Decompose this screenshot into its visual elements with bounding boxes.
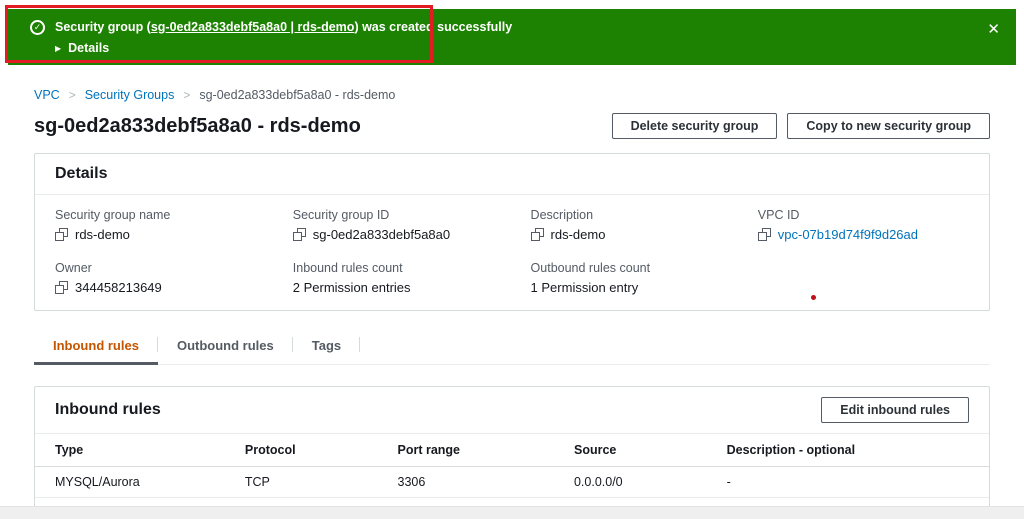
inbound-rules-header: Inbound rules Edit inbound rules: [35, 387, 989, 434]
table-row: MYSQL/Aurora TCP 3306 0.0.0.0/0 -: [35, 466, 989, 498]
field-value: 1 Permission entry: [531, 280, 742, 295]
banner-text-block: Security group (sg-0ed2a833debf5a8a0 | r…: [55, 19, 512, 55]
field-label: VPC ID: [757, 208, 800, 222]
column-port-range: Port range: [397, 434, 574, 467]
details-grid: Security group name rds-demo Security gr…: [35, 195, 989, 310]
cell-protocol: TCP: [244, 466, 398, 498]
delete-security-group-button[interactable]: Delete security group: [611, 113, 778, 139]
copy-to-new-security-group-button[interactable]: Copy to new security group: [787, 113, 990, 139]
main-content: VPC > Security Groups > sg-0ed2a833debf5…: [0, 88, 1024, 519]
breadcrumb-separator-icon: >: [183, 88, 191, 102]
field-label: Owner: [55, 261, 92, 275]
copy-icon[interactable]: [757, 228, 771, 241]
footer-strip: [0, 506, 1024, 519]
vpc-id-link[interactable]: vpc-07b19d74f9f9d26ad: [778, 227, 918, 242]
banner-message: Security group (sg-0ed2a833debf5a8a0 | r…: [55, 19, 512, 35]
field-value: 2 Permission entries: [293, 280, 515, 295]
field-value: rds-demo: [530, 227, 742, 242]
banner-details-label: Details: [68, 41, 110, 55]
breadcrumb-current: sg-0ed2a833debf5a8a0 - rds-demo: [199, 88, 396, 102]
success-check-icon: ✓: [30, 20, 45, 35]
field-inbound-rules-count: Inbound rules count 2 Permission entries: [293, 261, 515, 295]
field-label: Outbound rules count: [530, 261, 651, 275]
banner-content: ✓ Security group (sg-0ed2a833debf5a8a0 |…: [24, 19, 976, 55]
tabs: Inbound rules Outbound rules Tags: [34, 330, 990, 365]
field-owner: Owner 344458213649: [55, 261, 277, 295]
edit-inbound-rules-button[interactable]: Edit inbound rules: [821, 397, 969, 423]
cell-port-range: 3306: [397, 466, 574, 498]
column-source: Source: [573, 434, 727, 467]
column-protocol: Protocol: [244, 434, 398, 467]
field-value-text: 1 Permission entry: [530, 280, 639, 295]
details-card-header: Details: [35, 154, 989, 195]
copy-icon[interactable]: [55, 228, 68, 241]
field-label: Security group ID: [292, 208, 390, 222]
field-security-group-name: Security group name rds-demo: [55, 208, 277, 242]
field-value: sg-0ed2a833debf5a8a0: [292, 227, 515, 242]
table-header-row: Type Protocol Port range Source Descript…: [35, 434, 989, 467]
success-banner: ✓ Security group (sg-0ed2a833debf5a8a0 |…: [8, 9, 1016, 65]
field-value: 344458213649: [55, 280, 277, 295]
field-label: Security group name: [55, 208, 171, 222]
cell-description: -: [726, 466, 989, 498]
tab-tags[interactable]: Tags: [293, 330, 361, 365]
field-description: Description rds-demo: [530, 208, 742, 242]
breadcrumb-separator-icon: >: [68, 88, 76, 102]
tab-outbound-rules[interactable]: Outbound rules: [158, 330, 293, 365]
cell-type: MYSQL/Aurora: [35, 466, 245, 498]
field-label: Description: [530, 208, 594, 222]
field-label: Inbound rules count: [292, 261, 403, 275]
breadcrumb: VPC > Security Groups > sg-0ed2a833debf5…: [34, 88, 990, 102]
field-vpc-id: VPC ID vpc-07b19d74f9f9d26ad: [757, 208, 969, 242]
copy-icon[interactable]: [530, 228, 544, 241]
banner-message-suffix: ) was created successfully: [354, 20, 513, 34]
banner-close-icon[interactable]: ✕: [987, 22, 1000, 37]
banner-details-toggle[interactable]: ▶ Details: [55, 41, 512, 55]
column-description: Description - optional: [726, 434, 989, 467]
field-value: vpc-07b19d74f9f9d26ad: [757, 227, 969, 242]
field-outbound-rules-count: Outbound rules count 1 Permission entry: [531, 261, 742, 295]
column-type: Type: [35, 434, 245, 467]
breadcrumb-security-groups[interactable]: Security Groups: [85, 88, 175, 102]
field-security-group-id: Security group ID sg-0ed2a833debf5a8a0: [292, 208, 515, 242]
field-value-text: 2 Permission entries: [292, 280, 411, 295]
field-value: rds-demo: [55, 227, 277, 242]
page: ✓ Security group (sg-0ed2a833debf5a8a0 |…: [0, 0, 1024, 519]
expand-triangle-icon: ▶: [55, 43, 62, 53]
field-value-text: sg-0ed2a833debf5a8a0: [312, 227, 451, 242]
field-value-text: 344458213649: [75, 280, 162, 295]
banner-message-prefix: Security group (: [55, 20, 151, 34]
inbound-rules-card: Inbound rules Edit inbound rules Type Pr…: [34, 386, 990, 519]
details-card: Details Security group name rds-demo Sec…: [34, 153, 990, 311]
tab-inbound-rules[interactable]: Inbound rules: [34, 330, 158, 365]
header-actions: Delete security group Copy to new securi…: [611, 113, 990, 139]
copy-icon[interactable]: [292, 228, 306, 241]
page-title: sg-0ed2a833debf5a8a0 - rds-demo: [34, 114, 361, 137]
inbound-rules-title: Inbound rules: [55, 401, 161, 418]
field-value-text: rds-demo: [75, 227, 130, 242]
details-card-title: Details: [55, 165, 108, 182]
banner-sg-link[interactable]: sg-0ed2a833debf5a8a0 | rds-demo: [151, 20, 355, 34]
breadcrumb-vpc[interactable]: VPC: [34, 88, 60, 102]
copy-icon[interactable]: [55, 281, 68, 294]
title-row: sg-0ed2a833debf5a8a0 - rds-demo Delete s…: [34, 113, 990, 139]
field-value-text: rds-demo: [550, 227, 606, 242]
cell-source: 0.0.0.0/0: [573, 466, 727, 498]
